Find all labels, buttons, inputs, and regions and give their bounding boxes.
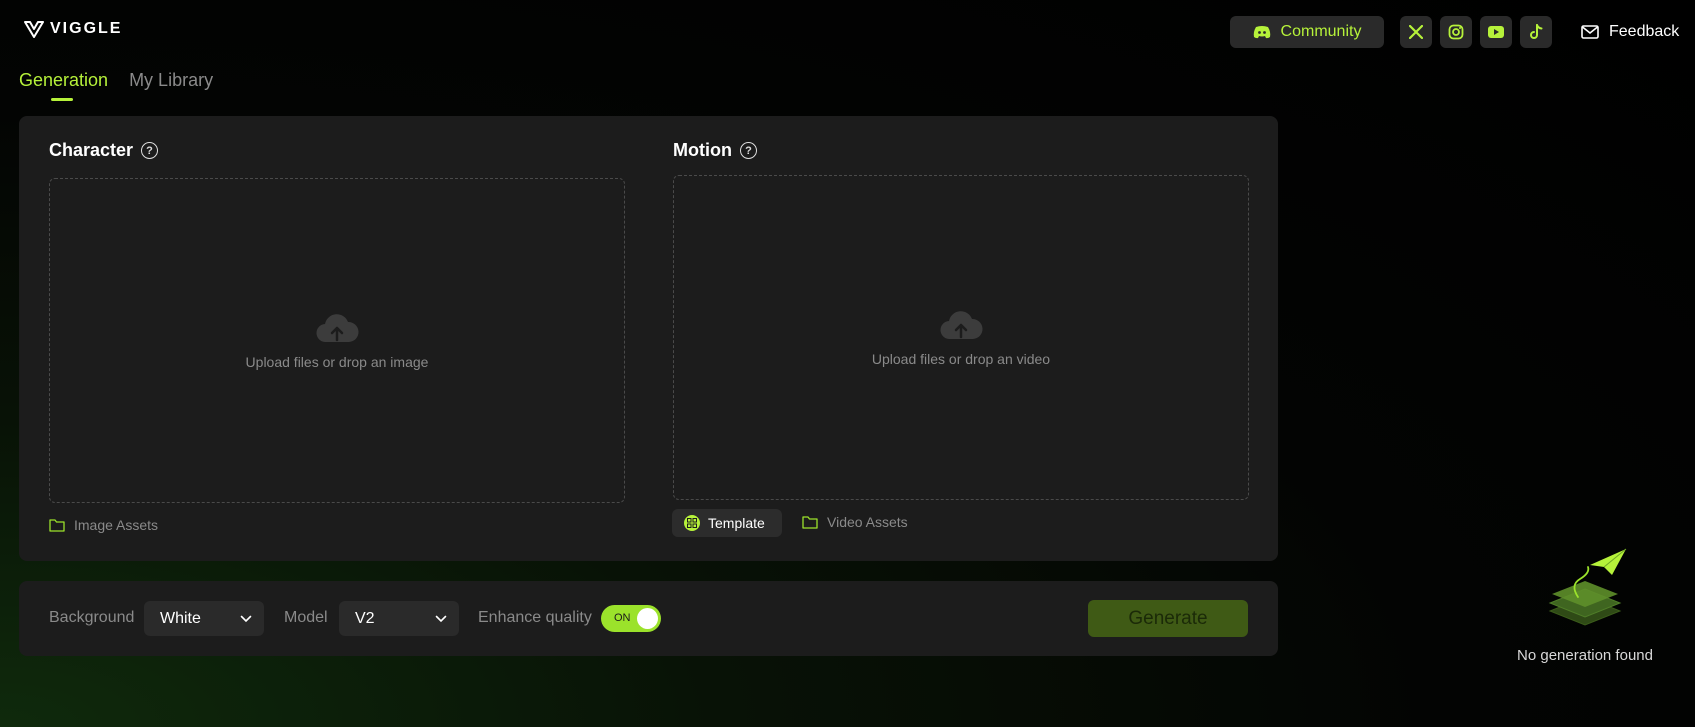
toggle-state-label: ON [614,612,631,624]
x-icon [1409,25,1423,39]
video-assets-label: Video Assets [827,514,908,530]
tab-my-library[interactable]: My Library [129,70,213,99]
youtube-icon [1488,26,1504,38]
paper-plane-stack-icon [1548,548,1627,626]
tiktok-social-button[interactable] [1520,16,1552,48]
folder-icon [49,519,65,532]
instagram-social-button[interactable] [1440,16,1472,48]
template-label: Template [708,515,765,531]
community-label: Community [1280,23,1362,40]
brand-name: VIGGLE [50,20,123,37]
motion-drop-text: Upload files or drop an video [871,350,1051,367]
x-social-button[interactable] [1400,16,1432,48]
upload-cloud-icon [316,313,359,342]
template-button[interactable]: Template [672,509,782,537]
chevron-down-icon [435,615,447,622]
character-section-title: Character ? [49,140,159,161]
character-title: Character [49,140,134,160]
model-select[interactable]: V2 [339,601,459,636]
upload-cloud-icon [940,310,983,339]
image-assets-label: Image Assets [74,517,159,533]
viggle-logo[interactable]: VIGGLE [24,20,122,38]
motion-section-title: Motion ? [673,140,757,161]
tiktok-icon [1530,24,1543,39]
feedback-label: Feedback [1609,23,1680,40]
template-icon [684,515,700,531]
character-drop-text: Upload files or drop an image [245,353,429,370]
discord-icon [1253,26,1270,39]
main-tabs: Generation My Library [19,70,213,101]
empty-history-state: No generation found [1507,545,1663,664]
tab-generation[interactable]: Generation [19,70,108,101]
enhance-quality-label: Enhance quality [478,609,592,626]
folder-icon [802,516,818,529]
enhance-quality-toggle[interactable]: ON [601,605,661,632]
generate-button[interactable]: Generate [1088,600,1248,637]
mail-icon [1581,25,1599,39]
youtube-social-button[interactable] [1480,16,1512,48]
feedback-button[interactable]: Feedback [1581,18,1679,46]
video-assets-link[interactable]: Video Assets [802,514,908,530]
background-label: Background [49,609,135,626]
background-value: White [160,609,201,627]
chevron-down-icon [240,615,252,622]
instagram-icon [1448,24,1464,40]
motion-help-icon[interactable]: ? [739,142,757,159]
model-label: Model [284,609,328,626]
viggle-logo-icon [24,21,44,38]
empty-history-text: No generation found [1517,647,1653,664]
character-help-icon[interactable]: ? [141,142,159,159]
toggle-knob [637,608,658,629]
model-value: V2 [355,609,375,627]
image-assets-link[interactable]: Image Assets [49,517,158,533]
motion-dropzone[interactable]: Upload files or drop an video [673,175,1249,500]
community-button[interactable]: Community [1230,16,1384,48]
background-select[interactable]: White [144,601,264,636]
character-dropzone[interactable]: Upload files or drop an image [49,178,625,503]
motion-title: Motion [673,140,732,160]
